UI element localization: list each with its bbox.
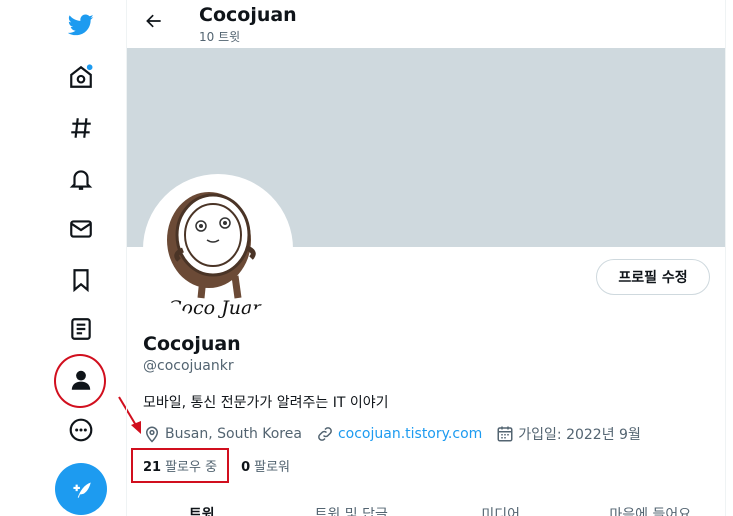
back-arrow-icon — [146, 14, 161, 28]
messages-envelope-icon[interactable] — [56, 204, 106, 254]
compose-quill-icon — [73, 482, 91, 498]
tab-tweets[interactable]: 트윗 — [127, 504, 277, 516]
tab-media[interactable]: 미디어 — [426, 504, 576, 516]
following-label: 팔로우 중 — [165, 460, 218, 475]
tab-likes[interactable]: 마음에 들어요 — [576, 504, 726, 516]
compose-tweet-button[interactable] — [55, 463, 107, 515]
following-count: 21 — [143, 460, 162, 475]
website-link[interactable]: cocojuan.tistory.com — [338, 426, 482, 442]
link-icon — [318, 427, 332, 441]
page-title: Cocojuan — [199, 4, 297, 26]
tab-tweets-replies[interactable]: 트윗 및 답글 — [277, 504, 427, 516]
explore-hashtag-icon[interactable] — [56, 103, 106, 153]
followers-label: 팔로워 — [254, 460, 291, 475]
avatar-signature-text: Coco Juan — [167, 297, 265, 319]
avatar[interactable]: Coco Juan — [143, 174, 293, 324]
home-icon[interactable] — [56, 52, 106, 102]
calendar-icon — [497, 426, 513, 442]
location-item: Busan, South Korea — [143, 425, 302, 443]
followers-count: 0 — [241, 460, 251, 475]
edit-profile-button[interactable]: 프로필 수정 — [596, 259, 710, 295]
profile-tabs: 트윗 트윗 및 답글 미디어 마음에 들어요 — [127, 504, 725, 516]
notifications-bell-icon[interactable] — [56, 154, 106, 204]
profile-handle: @cocojuankr — [143, 358, 234, 374]
tweet-count: 10 트윗 — [199, 30, 241, 44]
more-icon[interactable] — [56, 405, 106, 455]
lists-icon[interactable] — [56, 304, 106, 354]
location-pin-icon — [145, 426, 159, 443]
profile-meta: Busan, South Korea cocojuan.tistory.com … — [143, 424, 655, 444]
joined-item: 가입일: 2022년 9월 — [496, 424, 641, 444]
following-link[interactable]: 21 팔로우 중 — [143, 456, 217, 475]
joined-text: 가입일: 2022년 9월 — [518, 427, 641, 443]
twitter-logo-icon[interactable] — [56, 0, 106, 50]
followers-link[interactable]: 0 팔로워 — [241, 456, 290, 475]
profile-bio: 모바일, 통신 전문가가 알려주는 IT 이야기 — [143, 395, 389, 411]
location-text: Busan, South Korea — [165, 426, 302, 442]
bookmarks-icon[interactable] — [56, 255, 106, 305]
back-button[interactable] — [139, 6, 169, 36]
follow-stats: 21 팔로우 중 0 팔로워 — [143, 456, 314, 475]
profile-name: Cocojuan — [143, 333, 241, 355]
profile-main: Cocojuan 10 트윗 Coco Juan 프로필 수정 Cocojuan… — [126, 0, 726, 516]
website-item[interactable]: cocojuan.tistory.com — [316, 425, 482, 443]
annotation-circle — [54, 354, 106, 408]
